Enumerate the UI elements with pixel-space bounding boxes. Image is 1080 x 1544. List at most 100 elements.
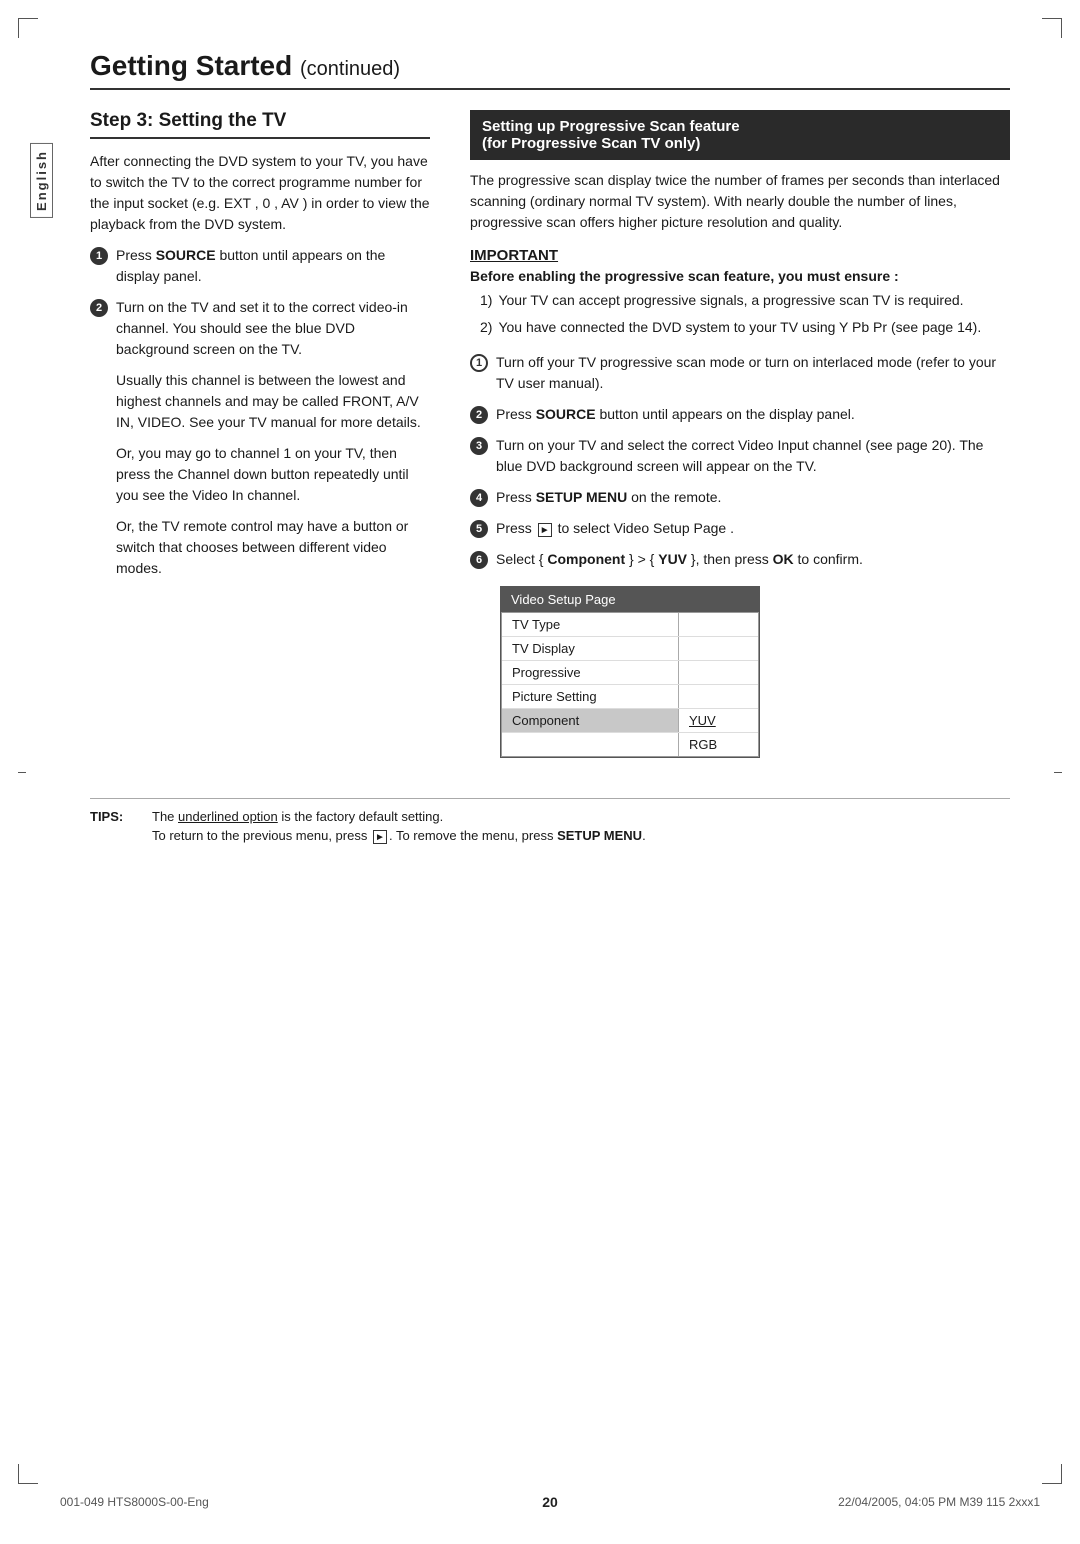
component-bold: Component [547,551,625,567]
sub-text-1: Your TV can accept progressive signals, … [498,290,963,311]
footer-model: M [960,1495,970,1509]
right-num-4: 4 [470,489,488,507]
footer-left: 001-049 HTS8000S-00-Eng [60,1495,209,1509]
video-setup-table: Video Setup Page TV Type TV Display Prog… [500,586,760,758]
corner-mark-tr [1042,18,1062,38]
left-para-3: Or, the TV remote control may have a but… [116,516,430,579]
right-intro-text: The progressive scan display twice the n… [470,170,1010,233]
right-step-1: 1 Turn off your TV progressive scan mode… [470,352,1010,394]
nav-arrow-icon: ► [538,523,552,537]
corner-mark-bl [18,1464,38,1484]
two-column-layout: Step 3: Setting the TV After connecting … [90,110,1010,758]
right-text-2: Press SOURCE button until appears on the… [496,404,1010,425]
right-num-2: 2 [470,406,488,424]
important-section: IMPORTANT Before enabling the progressiv… [470,247,1010,338]
tips-row-1: TIPS: The underlined option is the facto… [90,809,1010,824]
list-num-1: 1 [90,247,108,265]
right-step-6: 6 Select { Component } > { YUV }, then p… [470,549,1010,570]
page-title: Getting Started (continued) [90,50,1010,90]
vst-cell-picturesetting-val [678,685,758,708]
list-item-2: 2 Turn on the TV and set it to the corre… [90,297,430,360]
tips-underline: underlined option [178,809,278,824]
section-heading-line2: (for Progressive Scan TV only) [482,135,700,152]
side-mark-left [18,772,26,773]
step-heading: Step 3: Setting the TV [90,110,430,139]
vst-cell-progressive-val [678,661,758,684]
page-footer: 001-049 HTS8000S-00-Eng 20 22/04/2005, 0… [60,1495,1040,1509]
left-column: Step 3: Setting the TV After connecting … [90,110,430,589]
important-sub-list: 1) Your TV can accept progressive signal… [480,290,1010,338]
footer-right: 22/04/2005, 04:05 PM M39 115 2xxx1 [838,1495,1040,1509]
sub-num-2: 2) [480,317,492,338]
yuv-bold: YUV [658,551,687,567]
right-step-3: 3 Turn on your TV and select the correct… [470,435,1010,477]
side-mark-right [1054,772,1062,773]
right-text-4: Press SETUP MENU on the remote. [496,487,1010,508]
tips-section: TIPS: The underlined option is the facto… [90,798,1010,844]
page-number: 20 [542,1494,558,1510]
right-text-3: Turn on your TV and select the correct V… [496,435,1010,477]
right-num-6: 6 [470,551,488,569]
vst-cell-progressive: Progressive [502,661,678,684]
page: English Getting Started (continued) Step… [0,0,1080,1544]
vst-row-rgb: RGB [502,733,758,756]
sub-num-1: 1) [480,290,492,311]
footer-model-num: 39 115 2xxx1 [970,1495,1041,1509]
right-num-3: 3 [470,437,488,455]
vst-cell-tvdisplay-val [678,637,758,660]
right-text-5: Press ► to select Video Setup Page . [496,518,1010,539]
vst-row-picturesetting: Picture Setting [502,685,758,709]
tips-line2: To return to the previous menu, press ►.… [152,828,646,844]
title-main: Getting Started [90,50,292,81]
vst-cell-empty [502,733,678,756]
ok-bold: OK [773,551,794,567]
right-column: Setting up Progressive Scan feature (for… [470,110,1010,758]
vst-header: Video Setup Page [501,587,759,612]
list-text-2: Turn on the TV and set it to the correct… [116,297,430,360]
sub-text-2: You have connected the DVD system to you… [498,317,981,338]
setup-menu-tips: SETUP MENU [557,828,642,843]
vst-body: TV Type TV Display Progressive Pict [501,612,759,757]
list-item-1: 1 Press SOURCE button until appears on t… [90,245,430,287]
footer-date: 22/04/2005, 04:05 PM [838,1495,956,1509]
section-heading-line1: Setting up Progressive Scan feature [482,118,740,135]
right-step-5: 5 Press ► to select Video Setup Page . [470,518,1010,539]
left-para-1: Usually this channel is between the lowe… [116,370,430,433]
right-step-2: 2 Press SOURCE button until appears on t… [470,404,1010,425]
vst-row-progressive: Progressive [502,661,758,685]
corner-mark-tl [18,18,38,38]
sub-item-1: 1) Your TV can accept progressive signal… [480,290,1010,311]
setup-menu-bold: SETUP MENU [536,489,628,505]
list-num-2: 2 [90,299,108,317]
left-intro-text: After connecting the DVD system to your … [90,151,430,235]
back-arrow-icon: ► [373,830,387,844]
vst-row-component: Component YUV [502,709,758,733]
source-bold-2: SOURCE [536,406,596,422]
important-subtitle: Before enabling the progressive scan fea… [470,268,1010,284]
right-text-1: Turn off your TV progressive scan mode o… [496,352,1010,394]
language-sidebar: English [30,120,52,240]
page-content: Getting Started (continued) Step 3: Sett… [90,50,1010,844]
list-text-1: Press SOURCE button until appears on the… [116,245,430,287]
tips-row-2: To return to the previous menu, press ►.… [90,828,1010,844]
vst-cell-tvtype: TV Type [502,613,678,636]
right-num-5: 5 [470,520,488,538]
important-title: IMPORTANT [470,247,1010,264]
title-continued: (continued) [300,58,400,80]
yuv-underline: YUV [689,713,716,728]
right-text-6: Select { Component } > { YUV }, then pre… [496,549,1010,570]
vst-cell-picturesetting: Picture Setting [502,685,678,708]
vst-cell-tvtype-val [678,613,758,636]
sub-item-2: 2) You have connected the DVD system to … [480,317,1010,338]
left-para-2: Or, you may go to channel 1 on your TV, … [116,443,430,506]
source-bold-1: SOURCE [156,247,216,263]
vst-cell-yuv: YUV [678,709,758,732]
section-heading: Setting up Progressive Scan feature (for… [470,110,1010,160]
tips-spacer [90,828,140,844]
language-label: English [30,143,53,218]
corner-mark-br [1042,1464,1062,1484]
right-num-1: 1 [470,354,488,372]
vst-cell-component: Component [502,709,678,732]
vst-cell-tvdisplay: TV Display [502,637,678,660]
vst-row-tvtype: TV Type [502,613,758,637]
